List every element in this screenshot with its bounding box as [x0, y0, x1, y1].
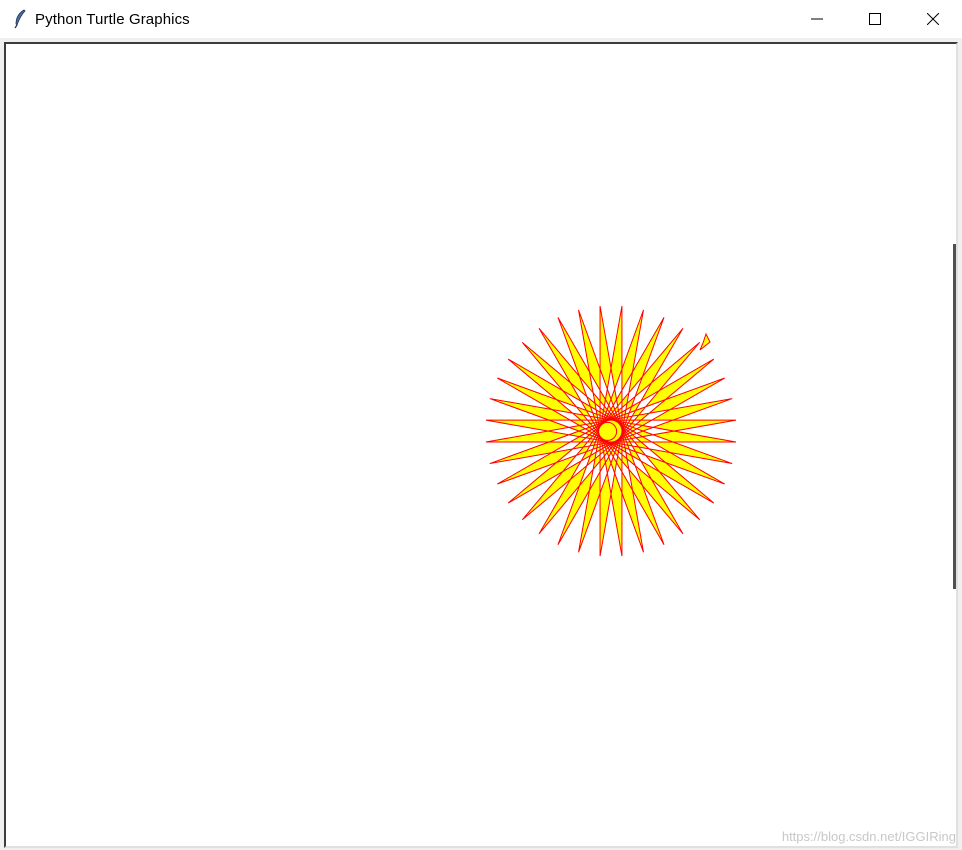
- title-bar[interactable]: Python Turtle Graphics: [0, 0, 962, 38]
- star-center: [598, 421, 618, 441]
- close-button[interactable]: [904, 0, 962, 38]
- turtle-window: Python Turtle Graphics https://blog.csdn…: [0, 0, 962, 850]
- maximize-button[interactable]: [846, 0, 904, 38]
- feather-icon: [12, 9, 28, 29]
- turtle-arrow-icon: [699, 332, 711, 351]
- close-icon: [927, 13, 939, 25]
- canvas-frame: [4, 42, 958, 848]
- window-title: Python Turtle Graphics: [35, 10, 190, 28]
- scrollbar-edge[interactable]: [953, 244, 956, 589]
- window-controls: [788, 0, 962, 38]
- minimize-button[interactable]: [788, 0, 846, 38]
- turtle-drawing: [485, 305, 737, 557]
- maximize-icon: [869, 13, 881, 25]
- minimize-icon: [811, 18, 823, 20]
- drawing-canvas[interactable]: [6, 44, 956, 846]
- watermark: https://blog.csdn.net/IGGIRing: [781, 829, 956, 844]
